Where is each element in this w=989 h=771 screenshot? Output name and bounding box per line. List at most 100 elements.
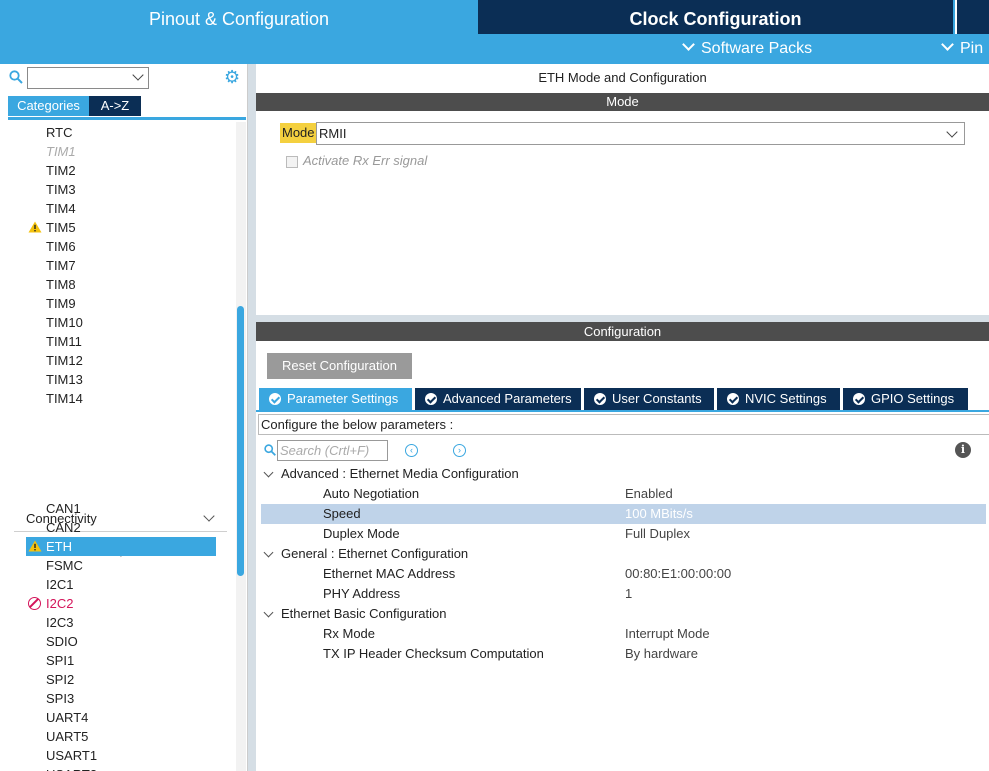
- mode-select[interactable]: RMII: [316, 122, 965, 145]
- parameter-row[interactable]: Rx Mode Interrupt Mode: [261, 624, 986, 644]
- error-icon: [28, 597, 41, 610]
- tree-item-i2c2[interactable]: I2C2: [46, 594, 73, 613]
- parameter-row[interactable]: PHY Address 1: [261, 584, 986, 604]
- tree-item-sdio[interactable]: SDIO: [46, 632, 78, 651]
- tree-item-tim12[interactable]: TIM12: [46, 351, 83, 370]
- group-label: Ethernet Basic Configuration: [281, 606, 447, 621]
- parameter-value[interactable]: 00:80:E1:00:00:00: [625, 564, 731, 584]
- reset-configuration-button[interactable]: Reset Configuration: [267, 353, 412, 379]
- check-circle-icon: [853, 393, 865, 405]
- tab-parameter-settings[interactable]: Parameter Settings: [259, 388, 412, 410]
- tree-item-can1[interactable]: CAN1: [46, 499, 81, 518]
- parameter-group[interactable]: Advanced : Ethernet Media Configuration: [261, 464, 986, 484]
- chevron-down-icon: [132, 69, 144, 81]
- tree-item-spi2[interactable]: SPI2: [46, 670, 74, 689]
- parameter-name: Ethernet MAC Address: [323, 566, 456, 581]
- warning-icon: [28, 221, 42, 233]
- software-packs-label: Software Packs: [701, 40, 813, 57]
- previous-match-icon[interactable]: ‹: [405, 444, 418, 457]
- tree-item-tim9[interactable]: TIM9: [46, 294, 76, 313]
- tree-item-uart4[interactable]: UART4: [46, 708, 88, 727]
- parameter-row[interactable]: Speed 100 MBits/s: [261, 504, 986, 524]
- parameter-group[interactable]: Ethernet Basic Configuration: [261, 604, 986, 624]
- tree-item-tim7[interactable]: TIM7: [46, 256, 76, 275]
- tree-item-spi1[interactable]: SPI1: [46, 651, 74, 670]
- pinout-menu[interactable]: Pin: [941, 34, 984, 64]
- software-packs-menu[interactable]: Software Packs: [682, 34, 813, 64]
- section-splitter[interactable]: [256, 315, 989, 322]
- tab-label: NVIC Settings: [745, 391, 827, 406]
- parameter-row[interactable]: Ethernet MAC Address 00:80:E1:00:00:00: [261, 564, 986, 584]
- mode-label: Mode: [280, 123, 317, 143]
- left-scrollbar-thumb[interactable]: [237, 306, 244, 576]
- chevron-down-icon: [682, 38, 695, 51]
- tree-item-spi3[interactable]: SPI3: [46, 689, 74, 708]
- pinout-menu-label: Pin: [960, 40, 984, 57]
- tab-user-constants[interactable]: User Constants: [584, 388, 714, 410]
- tab-gpio-settings[interactable]: GPIO Settings: [843, 388, 968, 410]
- parameter-group[interactable]: General : Ethernet Configuration: [261, 544, 986, 564]
- tabs-underline: [256, 410, 989, 412]
- parameter-row[interactable]: Auto Negotiation Enabled: [261, 484, 986, 504]
- tree-item-tim1[interactable]: TIM1: [46, 142, 76, 161]
- info-icon[interactable]: i: [955, 442, 971, 458]
- tab-categories[interactable]: Categories: [8, 96, 89, 116]
- check-circle-icon: [594, 393, 606, 405]
- chevron-down-icon: [263, 547, 274, 558]
- tree-item-tim14[interactable]: TIM14: [46, 389, 83, 408]
- tab-pinout-configuration[interactable]: Pinout & Configuration: [0, 0, 478, 34]
- parameter-value[interactable]: 100 MBits/s: [625, 504, 693, 524]
- panel-title: ETH Mode and Configuration: [538, 70, 707, 85]
- parameter-name: TX IP Header Checksum Computation: [323, 646, 544, 661]
- parameter-value[interactable]: Full Duplex: [625, 524, 690, 544]
- parameter-row[interactable]: TX IP Header Checksum Computation By hard…: [261, 644, 986, 664]
- tree-item-tim2[interactable]: TIM2: [46, 161, 76, 180]
- tab-next[interactable]: [955, 0, 989, 34]
- tree-item-tim13[interactable]: TIM13: [46, 370, 83, 389]
- tree-item-tim3[interactable]: TIM3: [46, 180, 76, 199]
- mode-value: RMII: [319, 126, 347, 141]
- parameter-row[interactable]: Duplex Mode Full Duplex: [261, 524, 986, 544]
- parameter-name: Speed: [323, 506, 361, 521]
- secondary-menu-bar: [0, 34, 989, 64]
- parameter-name: Auto Negotiation: [323, 486, 420, 501]
- tree-item-uart5[interactable]: UART5: [46, 727, 88, 746]
- next-match-icon[interactable]: ›: [453, 444, 466, 457]
- tree-item-can2[interactable]: CAN2: [46, 518, 81, 537]
- tab-nvic-settings[interactable]: NVIC Settings: [717, 388, 840, 410]
- parameter-value[interactable]: Enabled: [625, 484, 673, 504]
- search-icon: [9, 70, 23, 84]
- tree-item-tim8[interactable]: TIM8: [46, 275, 76, 294]
- chevron-down-icon: [941, 38, 954, 51]
- mode-section-header: Mode: [256, 93, 989, 111]
- tree-item-tim10[interactable]: TIM10: [46, 313, 83, 332]
- parameter-value[interactable]: 1: [625, 584, 632, 604]
- gear-icon[interactable]: ⚙: [224, 68, 242, 86]
- category-search-combo[interactable]: [27, 67, 149, 89]
- panel-divider[interactable]: [248, 64, 256, 771]
- tree-item-tim5[interactable]: TIM5: [46, 218, 76, 237]
- tree-item-tim4[interactable]: TIM4: [46, 199, 76, 218]
- tab-clock-configuration[interactable]: Clock Configuration: [478, 0, 953, 34]
- tree-item-rtc[interactable]: RTC: [46, 123, 72, 142]
- rx-err-checkbox[interactable]: [286, 156, 298, 168]
- tab-a-z[interactable]: A->Z: [89, 96, 141, 116]
- parameter-name: PHY Address: [323, 586, 401, 601]
- configuration-section-header: Configuration: [256, 322, 989, 341]
- tab-advanced-parameters[interactable]: Advanced Parameters: [415, 388, 581, 410]
- tree-item-eth[interactable]: ETH: [46, 537, 72, 556]
- check-circle-icon: [425, 393, 437, 405]
- tab-label: GPIO Settings: [871, 391, 955, 406]
- tree-item-i2c3[interactable]: I2C3: [46, 613, 73, 632]
- parameter-value[interactable]: By hardware: [625, 644, 698, 664]
- search-icon: [264, 444, 276, 456]
- parameter-search-input[interactable]: Search (Crtl+F): [277, 440, 388, 461]
- parameter-name: Rx Mode: [323, 626, 376, 641]
- parameter-value[interactable]: Interrupt Mode: [625, 624, 710, 644]
- tree-item-usart2[interactable]: USART2: [46, 765, 97, 771]
- tree-item-tim11[interactable]: TIM11: [46, 332, 82, 351]
- tree-item-fsmc[interactable]: FSMC: [46, 556, 83, 575]
- tree-item-i2c1[interactable]: I2C1: [46, 575, 73, 594]
- tree-item-usart1[interactable]: USART1: [46, 746, 97, 765]
- tree-item-tim6[interactable]: TIM6: [46, 237, 76, 256]
